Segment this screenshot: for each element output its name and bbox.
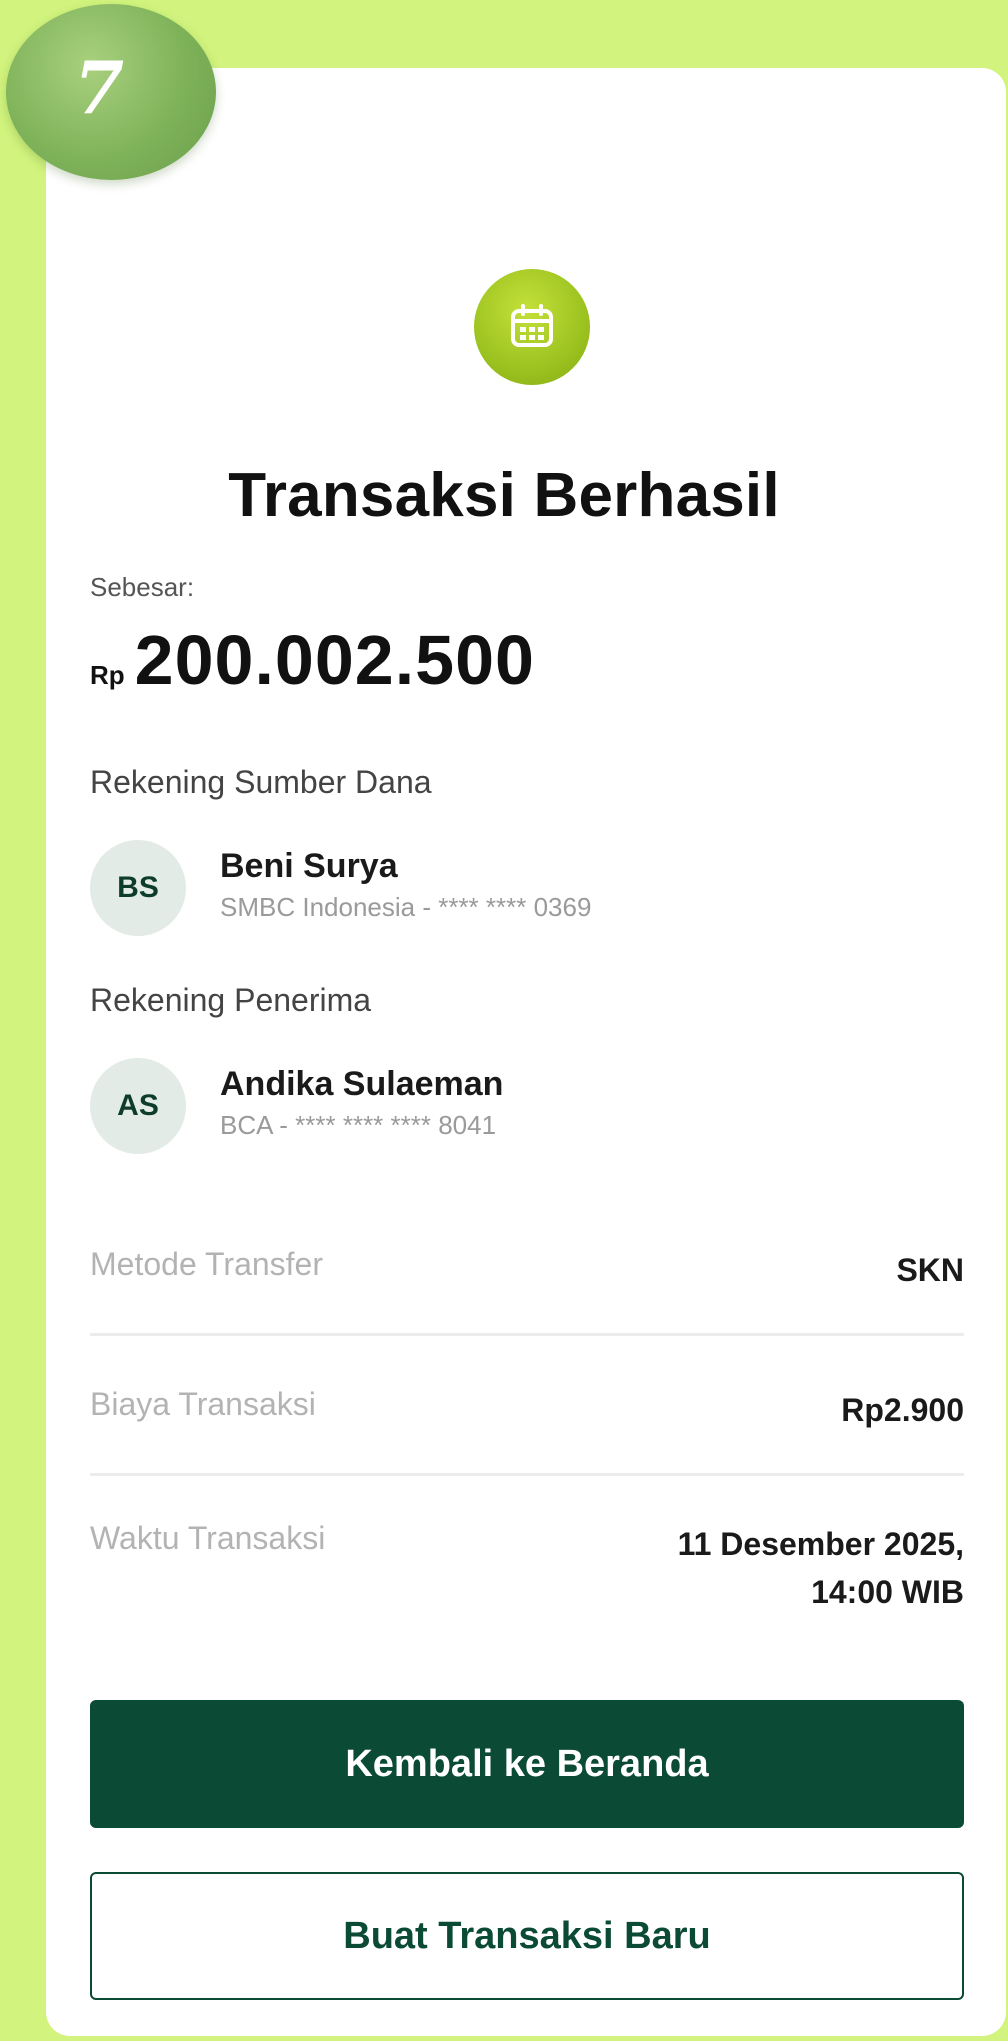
time-label: Waktu Transaksi (90, 1520, 326, 1556)
amount-currency: Rp (90, 660, 125, 690)
page-title: Transaksi Berhasil (228, 461, 780, 530)
amount-label: Sebesar: (90, 572, 195, 602)
divider (90, 1333, 964, 1336)
divider (90, 1473, 964, 1476)
amount-display: Rp 200.002.500 (90, 620, 535, 700)
back-to-home-button[interactable]: Kembali ke Beranda (90, 1700, 964, 1828)
transfer-method-label: Metode Transfer (90, 1246, 323, 1282)
recipient-name: Andika Sulaeman (220, 1065, 504, 1103)
source-info: Beni Surya SMBC Indonesia - **** **** 03… (220, 847, 592, 923)
transfer-method-value: SKN (896, 1252, 964, 1288)
time-row: Waktu Transaksi 11 Desember 2025, 14:00 … (90, 1520, 964, 1616)
step-number: 7 (73, 44, 125, 130)
time-clock: 14:00 WIB (811, 1574, 964, 1610)
time-date: 11 Desember 2025, (677, 1526, 964, 1562)
source-account-number: SMBC Indonesia - **** **** 0369 (220, 892, 592, 922)
recipient-account: AS Andika Sulaeman BCA - **** **** **** … (90, 1056, 503, 1156)
step-badge: 7 (6, 4, 216, 180)
calendar-glyph (511, 304, 553, 347)
recipient-section-label: Rekening Penerima (90, 982, 372, 1018)
fee-value: Rp2.900 (841, 1392, 964, 1428)
fee-row: Biaya Transaksi Rp2.900 (90, 1386, 964, 1434)
source-name: Beni Surya (220, 847, 398, 885)
success-icon-wrap (471, 266, 593, 388)
recipient-info: Andika Sulaeman BCA - **** **** **** 804… (220, 1065, 503, 1141)
new-transaction-button[interactable]: Buat Transaksi Baru (90, 1872, 964, 2000)
fee-label: Biaya Transaksi (90, 1386, 316, 1422)
source-account: BS Beni Surya SMBC Indonesia - **** ****… (90, 838, 591, 938)
transfer-method-row: Metode Transfer SKN (90, 1246, 964, 1294)
avatar: BS (90, 840, 186, 936)
avatar: AS (90, 1058, 186, 1154)
amount-value: 200.002.500 (134, 621, 535, 699)
calendar-icon (474, 269, 590, 385)
source-section-label: Rekening Sumber Dana (90, 764, 432, 800)
time-value: 11 Desember 2025, 14:00 WIB (678, 1520, 964, 1616)
recipient-account-number: BCA - **** **** **** 8041 (220, 1110, 497, 1140)
